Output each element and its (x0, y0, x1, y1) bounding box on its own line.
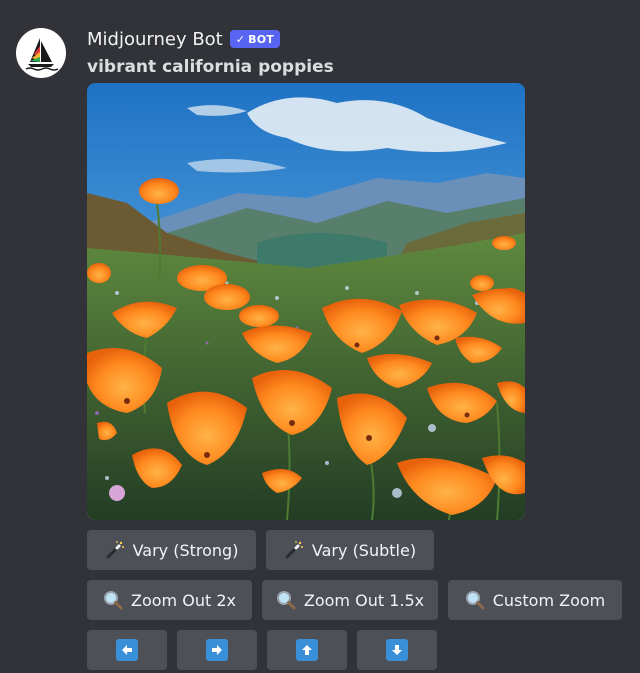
zoom-out-1-5x-button[interactable]: Zoom Out 1.5x (262, 580, 438, 620)
pan-down-button[interactable] (357, 630, 437, 670)
magnifier-icon (465, 590, 485, 610)
bot-badge: ✓ BOT (229, 30, 281, 48)
pan-right-button[interactable] (177, 630, 257, 670)
custom-zoom-label: Custom Zoom (492, 590, 606, 610)
magnifier-icon (276, 590, 296, 610)
arrow-up-icon (296, 639, 318, 661)
username[interactable]: Midjourney Bot (87, 29, 223, 50)
zoom-out-1-5x-label: Zoom Out 1.5x (303, 590, 425, 610)
arrow-left-icon (116, 639, 138, 661)
pan-up-button[interactable] (267, 630, 347, 670)
generated-image[interactable] (87, 83, 525, 520)
vary-strong-label: Vary (Strong) (132, 540, 239, 560)
vary-subtle-button[interactable]: Vary (Subtle) (266, 530, 434, 570)
sailboat-logo-icon (25, 38, 59, 71)
verified-check-icon: ✓ (235, 32, 246, 46)
message-header: Midjourney Bot ✓ BOT (87, 28, 281, 50)
bot-badge-label: BOT (248, 32, 275, 46)
bot-avatar[interactable] (16, 28, 66, 78)
magic-wand-icon (105, 540, 125, 560)
pan-left-button[interactable] (87, 630, 167, 670)
custom-zoom-button[interactable]: Custom Zoom (448, 580, 622, 620)
arrow-right-icon (206, 639, 228, 661)
magic-wand-icon (284, 540, 304, 560)
zoom-out-2x-button[interactable]: Zoom Out 2x (87, 580, 252, 620)
poppies-painting (87, 83, 525, 520)
arrow-down-icon (386, 639, 408, 661)
vary-strong-button[interactable]: Vary (Strong) (87, 530, 256, 570)
prompt-text: vibrant california poppies (87, 57, 334, 77)
magnifier-icon (103, 590, 123, 610)
vary-subtle-label: Vary (Subtle) (311, 540, 417, 560)
zoom-out-2x-label: Zoom Out 2x (131, 590, 236, 610)
